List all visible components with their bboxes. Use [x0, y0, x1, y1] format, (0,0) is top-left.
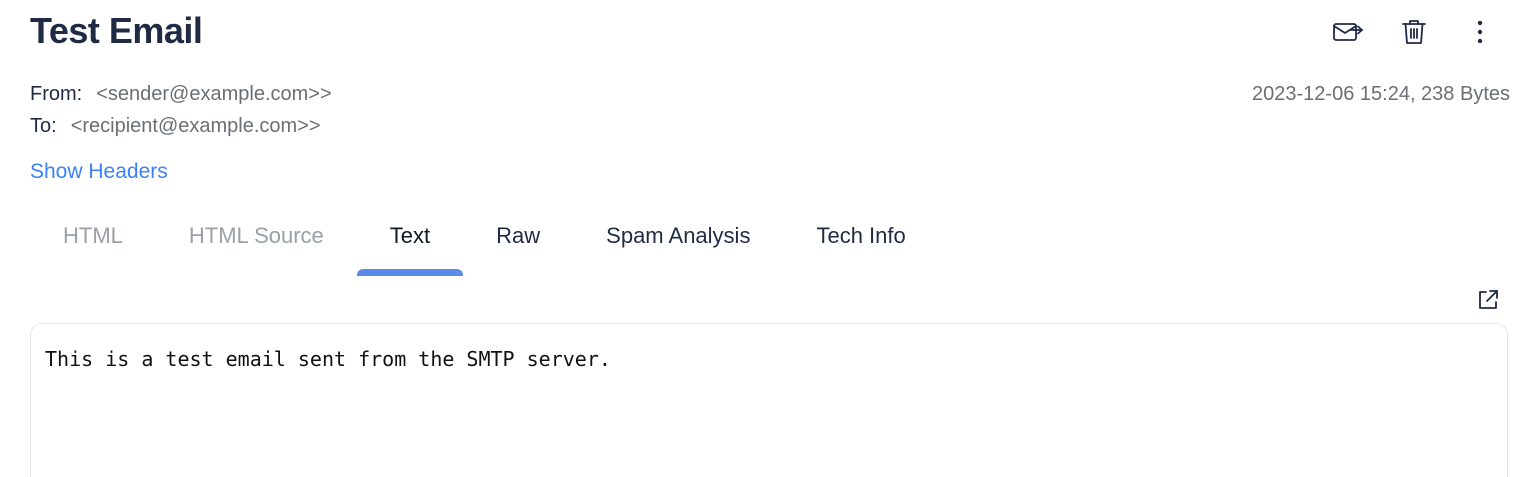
to-address: <recipient@example.com>> — [70, 115, 321, 137]
message-body-panel: This is a test email sent from the SMTP … — [30, 323, 1508, 477]
tab-html-source[interactable]: HTML Source — [156, 208, 357, 276]
from-label: From: — [30, 83, 83, 105]
email-actions — [1332, 16, 1496, 48]
to-label: To: — [30, 115, 57, 137]
show-headers-link[interactable]: Show Headers — [30, 158, 168, 186]
date-size-info: 2023-12-06 15:24, 238 Bytes — [1252, 83, 1510, 105]
more-options-button[interactable] — [1464, 16, 1496, 48]
more-vertical-icon — [1477, 20, 1483, 44]
from-address: <sender@example.com>> — [96, 83, 332, 105]
message-tabs: HTML HTML Source Text Raw Spam Analysis … — [30, 208, 939, 276]
tab-html[interactable]: HTML — [30, 208, 156, 276]
open-in-new-window-button[interactable] — [1474, 286, 1502, 314]
external-link-icon — [1479, 290, 1498, 309]
delete-message-button[interactable] — [1398, 16, 1430, 48]
from-row: From: <sender@example.com>> — [30, 81, 332, 107]
tab-tech-info[interactable]: Tech Info — [783, 208, 938, 276]
tab-text[interactable]: Text — [356, 208, 464, 276]
email-viewer: Test Email From: <sender@example.com>> T… — [0, 0, 1536, 477]
release-message-button[interactable] — [1332, 16, 1364, 48]
forward-mail-icon — [1333, 23, 1363, 41]
trash-icon — [1402, 20, 1426, 44]
tab-raw[interactable]: Raw — [463, 208, 573, 276]
message-body-text: This is a test email sent from the SMTP … — [45, 347, 611, 371]
tab-spam-analysis[interactable]: Spam Analysis — [573, 208, 783, 276]
to-row: To: <recipient@example.com>> — [30, 113, 321, 139]
email-subject: Test Email — [30, 10, 203, 51]
